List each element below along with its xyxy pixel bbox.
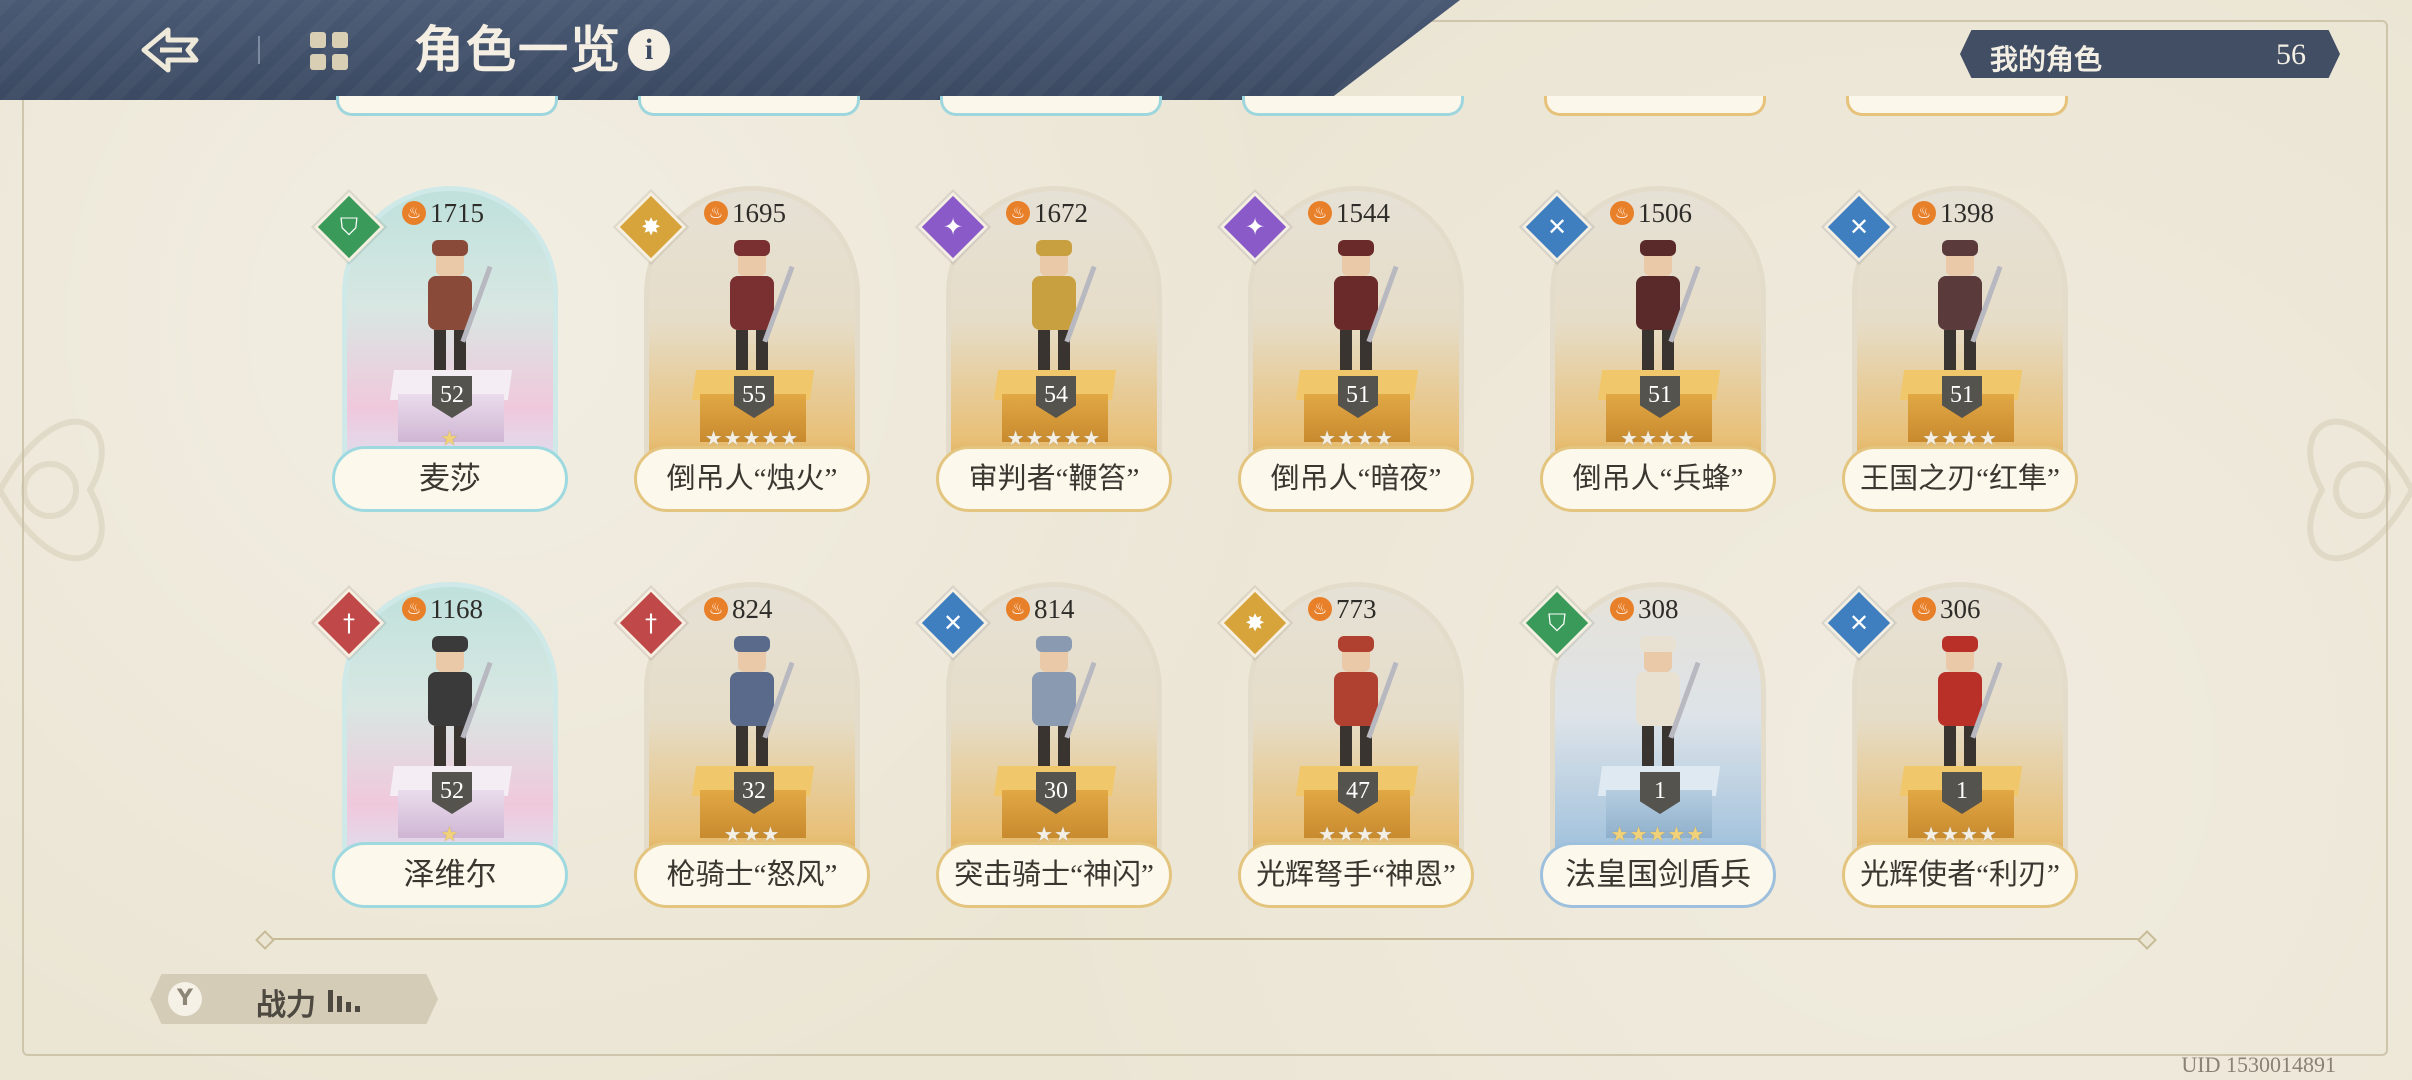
character-name: 突击骑士“神闪” [936, 842, 1172, 908]
power-display: ♨ 824 [704, 592, 773, 626]
character-name: 光辉弩手“神恩” [1238, 842, 1474, 908]
character-name: 倒吊人“暗夜” [1238, 446, 1474, 512]
character-card[interactable]: ♨ 308 ⛉ 1 ★★★★★ 法皇国剑盾兵 [1521, 582, 1780, 912]
previous-row-card[interactable] [1846, 96, 2068, 116]
character-sprite [1636, 636, 1701, 766]
character-card[interactable]: ♨ 1695 ✸ 55 ★★★★★ 倒吊人“烛火” [615, 186, 874, 516]
character-card[interactable]: ♨ 306 ✕ 1 ★★★★ 光辉使者“利刃” [1823, 582, 2082, 912]
character-sprite [1636, 240, 1701, 370]
power-display: ♨ 1168 [402, 592, 483, 626]
filter-icon: Y [168, 982, 202, 1016]
character-name: 法皇国剑盾兵 [1540, 842, 1776, 908]
power-display: ♨ 1506 [1610, 196, 1692, 230]
header-divider [258, 36, 260, 64]
character-sprite [1938, 240, 2003, 370]
my-characters-counter: 我的角色 56 [1960, 30, 2340, 78]
character-name: 光辉使者“利刃” [1842, 842, 2078, 908]
character-name: 枪骑士“怒风” [634, 842, 870, 908]
header-bar [0, 0, 1460, 100]
character-sprite [730, 240, 795, 370]
power-display: ♨ 1672 [1006, 196, 1088, 230]
section-divider [266, 938, 2146, 940]
power-display: ♨ 1398 [1912, 196, 1994, 230]
flame-icon: ♨ [1006, 597, 1030, 621]
character-card[interactable]: ♨ 1672 ✦ 54 ★★★★★ 审判者“鞭笞” [917, 186, 1176, 516]
character-sprite [1032, 636, 1097, 766]
power-value: 814 [1034, 593, 1075, 624]
ornament-left [0, 418, 105, 562]
previous-row-card[interactable] [638, 96, 860, 116]
character-card[interactable]: ♨ 1715 ⛉ 52 ★ 麦莎 [313, 186, 572, 516]
ornament-right [2307, 418, 2412, 562]
character-name: 审判者“鞭笞” [936, 446, 1172, 512]
character-sprite [730, 636, 795, 766]
previous-row-card[interactable] [940, 96, 1162, 116]
info-button[interactable]: i [628, 29, 670, 71]
power-value: 773 [1336, 593, 1377, 624]
character-card[interactable]: ♨ 824 † 32 ★★★ 枪骑士“怒风” [615, 582, 874, 912]
character-sprite [428, 636, 493, 766]
flame-icon: ♨ [1912, 201, 1936, 225]
power-display: ♨ 1695 [704, 196, 786, 230]
character-card[interactable]: ♨ 814 ✕ 30 ★★ 突击骑士“神闪” [917, 582, 1176, 912]
flame-icon: ♨ [1006, 201, 1030, 225]
power-value: 1506 [1638, 197, 1692, 228]
character-sprite [1334, 240, 1399, 370]
power-value: 1695 [732, 197, 786, 228]
back-arrow-icon [141, 27, 199, 73]
character-sprite [1334, 636, 1399, 766]
previous-row-card[interactable] [336, 96, 558, 116]
power-value: 308 [1638, 593, 1679, 624]
page-title: 角色一览 [414, 22, 622, 78]
character-name: 王国之刃“红隼” [1842, 446, 2078, 512]
power-display: ♨ 306 [1912, 592, 1981, 626]
previous-row-card[interactable] [1544, 96, 1766, 116]
character-card[interactable]: ♨ 1544 ✦ 51 ★★★★ 倒吊人“暗夜” [1219, 186, 1478, 516]
flame-icon: ♨ [402, 597, 426, 621]
power-value: 824 [732, 593, 773, 624]
user-id: UID 1530014891 [2181, 1052, 2336, 1077]
power-display: ♨ 773 [1308, 592, 1377, 626]
character-card[interactable]: ♨ 1168 † 52 ★ 泽维尔 [313, 582, 572, 912]
back-button[interactable] [138, 22, 202, 78]
character-name: 倒吊人“兵蜂” [1540, 446, 1776, 512]
grid-menu-icon [310, 32, 348, 70]
sort-label: 战力 [256, 989, 316, 1022]
power-value: 1544 [1336, 197, 1390, 228]
flame-icon: ♨ [1912, 597, 1936, 621]
flame-icon: ♨ [1308, 597, 1332, 621]
flame-icon: ♨ [704, 201, 728, 225]
flame-icon: ♨ [1308, 201, 1332, 225]
flame-icon: ♨ [402, 201, 426, 225]
character-sprite [428, 240, 493, 370]
power-display: ♨ 814 [1006, 592, 1075, 626]
character-sprite [1032, 240, 1097, 370]
previous-row-card[interactable] [1242, 96, 1464, 116]
sort-by-power-button[interactable]: Y 战力 [150, 974, 438, 1024]
sort-bars-icon [328, 990, 360, 1012]
flame-icon: ♨ [704, 597, 728, 621]
power-value: 1168 [430, 593, 483, 624]
power-display: ♨ 1715 [402, 196, 484, 230]
power-value: 1398 [1940, 197, 1994, 228]
flame-icon: ♨ [1610, 597, 1634, 621]
power-display: ♨ 1544 [1308, 196, 1390, 230]
power-value: 1672 [1034, 197, 1088, 228]
my-characters-count: 56 [2276, 38, 2306, 71]
power-value: 1715 [430, 197, 484, 228]
character-card[interactable]: ♨ 1506 ✕ 51 ★★★★ 倒吊人“兵蜂” [1521, 186, 1780, 516]
my-characters-label: 我的角色 [1990, 45, 2103, 76]
flame-icon: ♨ [1610, 201, 1634, 225]
power-display: ♨ 308 [1610, 592, 1679, 626]
character-sprite [1938, 636, 2003, 766]
character-name: 麦莎 [332, 446, 568, 512]
power-value: 306 [1940, 593, 1981, 624]
character-card[interactable]: ♨ 773 ✸ 47 ★★★★ 光辉弩手“神恩” [1219, 582, 1478, 912]
character-card[interactable]: ♨ 1398 ✕ 51 ★★★★ 王国之刃“红隼” [1823, 186, 2082, 516]
character-name: 泽维尔 [332, 842, 568, 908]
character-name: 倒吊人“烛火” [634, 446, 870, 512]
home-menu-button[interactable] [306, 28, 352, 74]
